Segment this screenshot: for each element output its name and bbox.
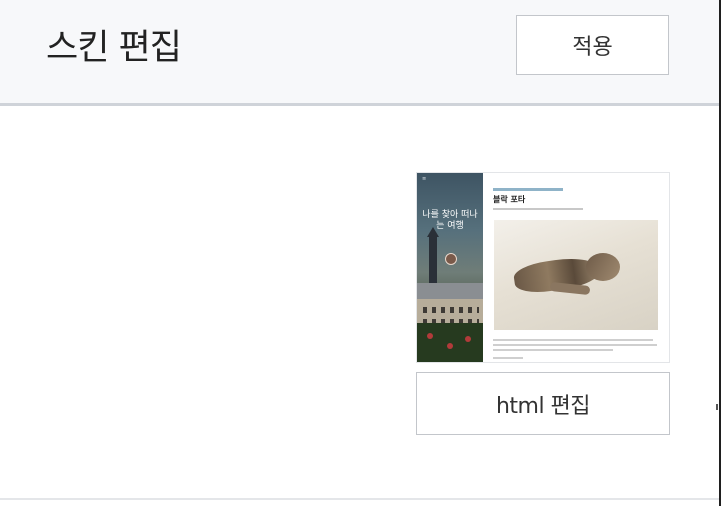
- preview-sidebar: ≡ 나를 찾아 떠나는 여행: [417, 173, 483, 362]
- preview-menu-icon: ≡: [422, 176, 427, 182]
- apply-button[interactable]: 적용: [516, 15, 669, 75]
- preview-flower: [447, 343, 453, 349]
- preview-text-line: [493, 357, 523, 359]
- preview-flower: [465, 336, 471, 342]
- preview-meta-line: [493, 208, 583, 210]
- preview-post-title: 블락 포타: [493, 195, 526, 204]
- preview-avatar: [445, 253, 457, 265]
- preview-cat-photo: [494, 220, 658, 330]
- preview-text-line: [493, 344, 657, 346]
- skin-preview-thumbnail[interactable]: ≡ 나를 찾아 떠나는 여행 블락 포타: [416, 172, 670, 363]
- skin-edit-page: 스킨 편집 적용 ≡ 나를 찾아 떠나는 여행 블락 포타 html 편집: [0, 0, 722, 506]
- preview-category-line: [493, 188, 563, 191]
- edge-mark: [716, 404, 718, 410]
- preview-text-line: [493, 349, 613, 351]
- header-bar: 스킨 편집 적용: [0, 0, 719, 106]
- page-title: 스킨 편집: [46, 28, 182, 68]
- right-border: [719, 0, 721, 506]
- preview-flower: [427, 333, 433, 339]
- bottom-divider: [0, 498, 719, 500]
- preview-main-content: 블락 포타: [483, 173, 669, 362]
- preview-windows: [423, 307, 479, 313]
- cat-head: [586, 253, 620, 281]
- preview-text-line: [493, 339, 653, 341]
- edit-html-button[interactable]: html 편집: [416, 372, 670, 435]
